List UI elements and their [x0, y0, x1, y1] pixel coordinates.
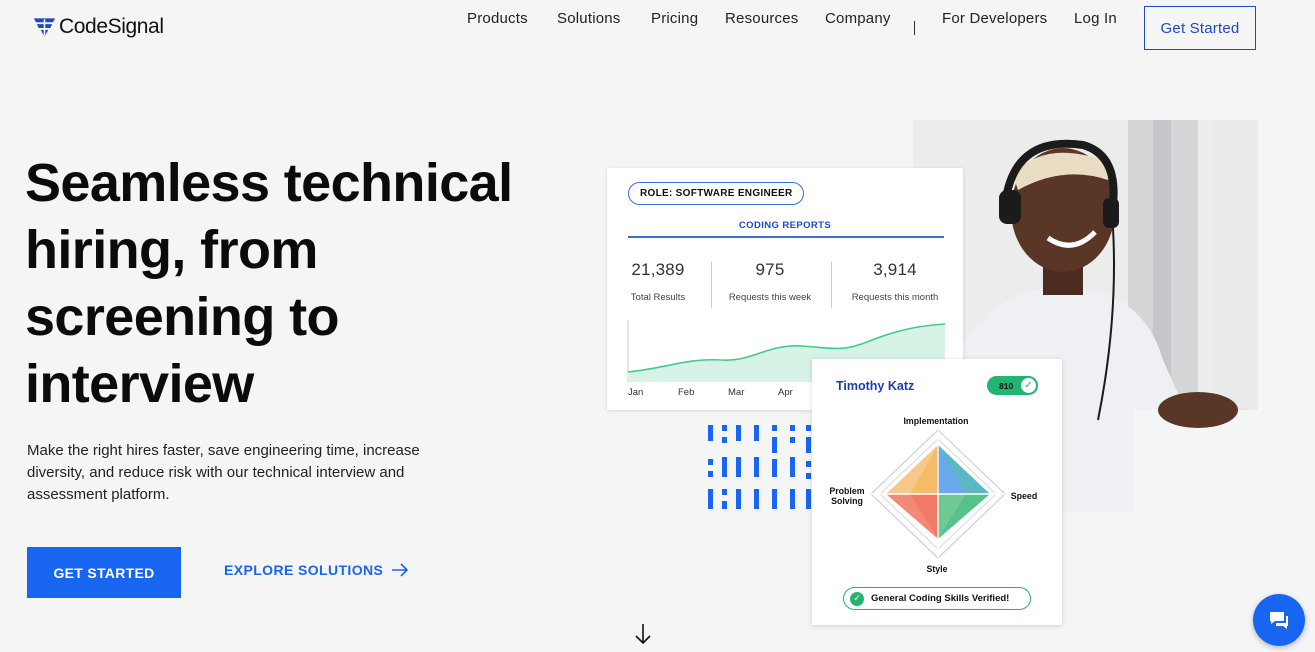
codesignal-logo-icon — [33, 18, 56, 37]
axis-implementation: Implementation — [903, 416, 969, 426]
stat-label: Total Results — [630, 292, 686, 303]
get-started-header-button[interactable]: Get Started — [1144, 6, 1256, 50]
stat-total-results: 21,389 Total Results — [621, 260, 695, 303]
nav-solutions[interactable]: Solutions — [557, 10, 621, 27]
get-started-button[interactable]: GET STARTED — [27, 547, 181, 598]
nav-company[interactable]: Company — [825, 10, 891, 27]
hero-subtitle: Make the right hires faster, save engine… — [27, 442, 420, 503]
candidate-name: Timothy Katz — [836, 379, 915, 393]
check-icon: ✓ — [1020, 377, 1037, 394]
axis-problem-solving-line2: Solving — [831, 496, 863, 506]
stat-label: Requests this week — [728, 292, 812, 303]
axis-problem-solving: Problem Solving — [822, 486, 872, 506]
check-circle-icon: ✓ — [850, 591, 864, 606]
site-header: CodeSignal Products Solutions Pricing Re… — [0, 0, 1315, 55]
stat-value: 21,389 — [631, 260, 685, 279]
skills-verified-badge: ✓ General Coding Skills Verified! — [843, 587, 1031, 610]
chat-button[interactable] — [1253, 594, 1305, 646]
axis-speed: Speed — [1010, 491, 1038, 501]
chat-bubble-icon — [1270, 612, 1288, 629]
score-badge: 810 ✓ — [987, 376, 1038, 395]
stat-value: 3,914 — [873, 260, 917, 279]
axis-style: Style — [926, 564, 948, 574]
nav-resources[interactable]: Resources — [725, 10, 799, 27]
stat-label: Requests this month — [851, 292, 939, 303]
hero-title: Seamless technical hiring, from screenin… — [25, 153, 513, 414]
month-label: Jan — [628, 387, 644, 398]
month-label: Mar — [728, 387, 745, 398]
score-value: 810 — [999, 380, 1014, 391]
decorative-dot-pattern — [708, 425, 811, 509]
verified-text: General Coding Skills Verified! — [871, 593, 1010, 604]
month-label: Feb — [678, 387, 695, 398]
skill-radar-chart — [870, 429, 1006, 559]
month-label: Apr — [778, 387, 793, 398]
report-divider — [628, 236, 944, 238]
explore-solutions-link[interactable]: EXPLORE SOLUTIONS — [224, 562, 409, 578]
stat-requests-week: 975 Requests this week — [719, 260, 821, 303]
stat-divider — [711, 262, 712, 308]
nav-products[interactable]: Products — [467, 10, 528, 27]
axis-problem-solving-line1: Problem — [829, 486, 865, 496]
scroll-down-icon[interactable] — [633, 622, 653, 652]
stat-requests-month: 3,914 Requests this month — [843, 260, 947, 303]
stat-divider — [831, 262, 832, 308]
candidate-skill-card: Timothy Katz 810 ✓ Implementation Speed … — [812, 359, 1062, 625]
role-badge: ROLE: SOFTWARE ENGINEER — [628, 182, 805, 205]
nav-divider — [914, 21, 915, 35]
stat-value: 975 — [755, 260, 785, 279]
explore-solutions-label: EXPLORE SOLUTIONS — [224, 562, 384, 578]
arrow-down-icon — [635, 624, 651, 645]
coding-reports-title: CODING REPORTS — [738, 220, 832, 231]
arrow-right-icon — [392, 563, 409, 577]
brand-name: CodeSignal — [59, 15, 164, 38]
nav-for-developers[interactable]: For Developers — [942, 10, 1047, 27]
codesignal-logo[interactable]: CodeSignal — [33, 14, 164, 40]
nav-pricing[interactable]: Pricing — [651, 10, 698, 27]
nav-log-in[interactable]: Log In — [1074, 10, 1117, 27]
